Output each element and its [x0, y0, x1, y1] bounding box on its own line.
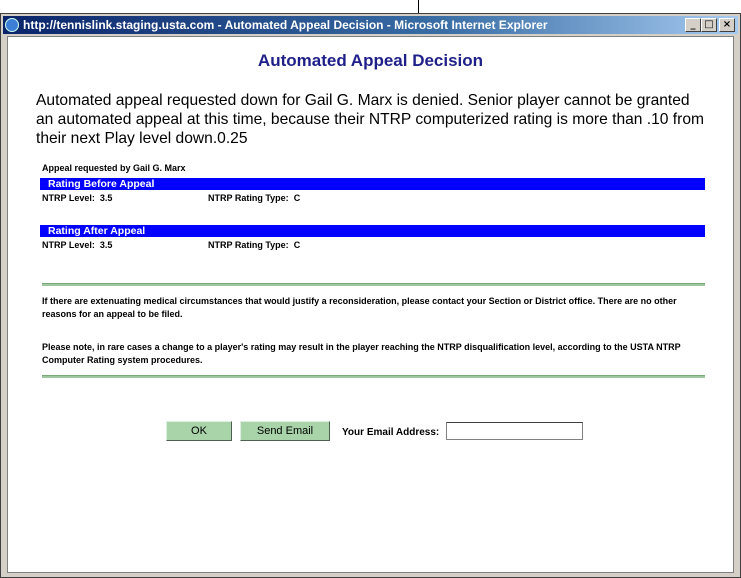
cursor-line [418, 0, 419, 13]
page-content: Automated Appeal Decision Automated appe… [7, 36, 734, 573]
email-address-input[interactable] [446, 422, 583, 440]
appeal-message: Automated appeal requested down for Gail… [36, 92, 704, 147]
rating-before-header: Rating Before Appeal [40, 178, 705, 190]
window-title: http://tennislink.staging.usta.com - Aut… [23, 18, 548, 32]
divider [42, 283, 705, 286]
rating-after-row: NTRP Level: 3.5 NTRP Rating Type: C [42, 240, 300, 250]
ntrp-level-value: 3.5 [99, 240, 113, 250]
ntrp-rating-type: NTRP Rating Type: C [208, 193, 300, 203]
medical-note: If there are extenuating medical circums… [42, 296, 677, 319]
rating-after-header: Rating After Appeal [40, 225, 705, 237]
ntrp-rating-type-label: NTRP Rating Type: [208, 240, 289, 250]
close-button[interactable]: × [719, 18, 735, 32]
minimize-button[interactable]: _ [685, 18, 701, 32]
title-bar[interactable]: http://tennislink.staging.usta.com - Aut… [3, 16, 738, 34]
window-controls: _ □ × [685, 18, 735, 32]
ntrp-level: NTRP Level: 3.5 [42, 193, 112, 203]
email-address-label: Your Email Address: [342, 427, 440, 438]
ntrp-level-label: NTRP Level: [42, 240, 95, 250]
rating-before-row: NTRP Level: 3.5 NTRP Rating Type: C [42, 193, 300, 203]
internet-explorer-icon [5, 18, 19, 32]
send-email-button[interactable]: Send Email [240, 421, 330, 441]
ntrp-rating-type-value: C [293, 240, 301, 250]
ntrp-level: NTRP Level: 3.5 [42, 240, 112, 250]
ok-button[interactable]: OK [166, 421, 232, 441]
maximize-button[interactable]: □ [701, 18, 717, 32]
page-title: Automated Appeal Decision [257, 51, 484, 70]
ntrp-rating-type-label: NTRP Rating Type: [208, 193, 289, 203]
appeal-requested-by: Appeal requested by Gail G. Marx [42, 163, 186, 173]
ntrp-level-value: 3.5 [99, 193, 113, 203]
ntrp-rating-type-value: C [293, 193, 301, 203]
ntrp-level-label: NTRP Level: [42, 193, 95, 203]
browser-window: http://tennislink.staging.usta.com - Aut… [0, 13, 741, 578]
divider [42, 375, 705, 378]
ntrp-rating-type: NTRP Rating Type: C [208, 240, 300, 250]
disqualification-note: Please note, in rare cases a change to a… [42, 342, 681, 365]
